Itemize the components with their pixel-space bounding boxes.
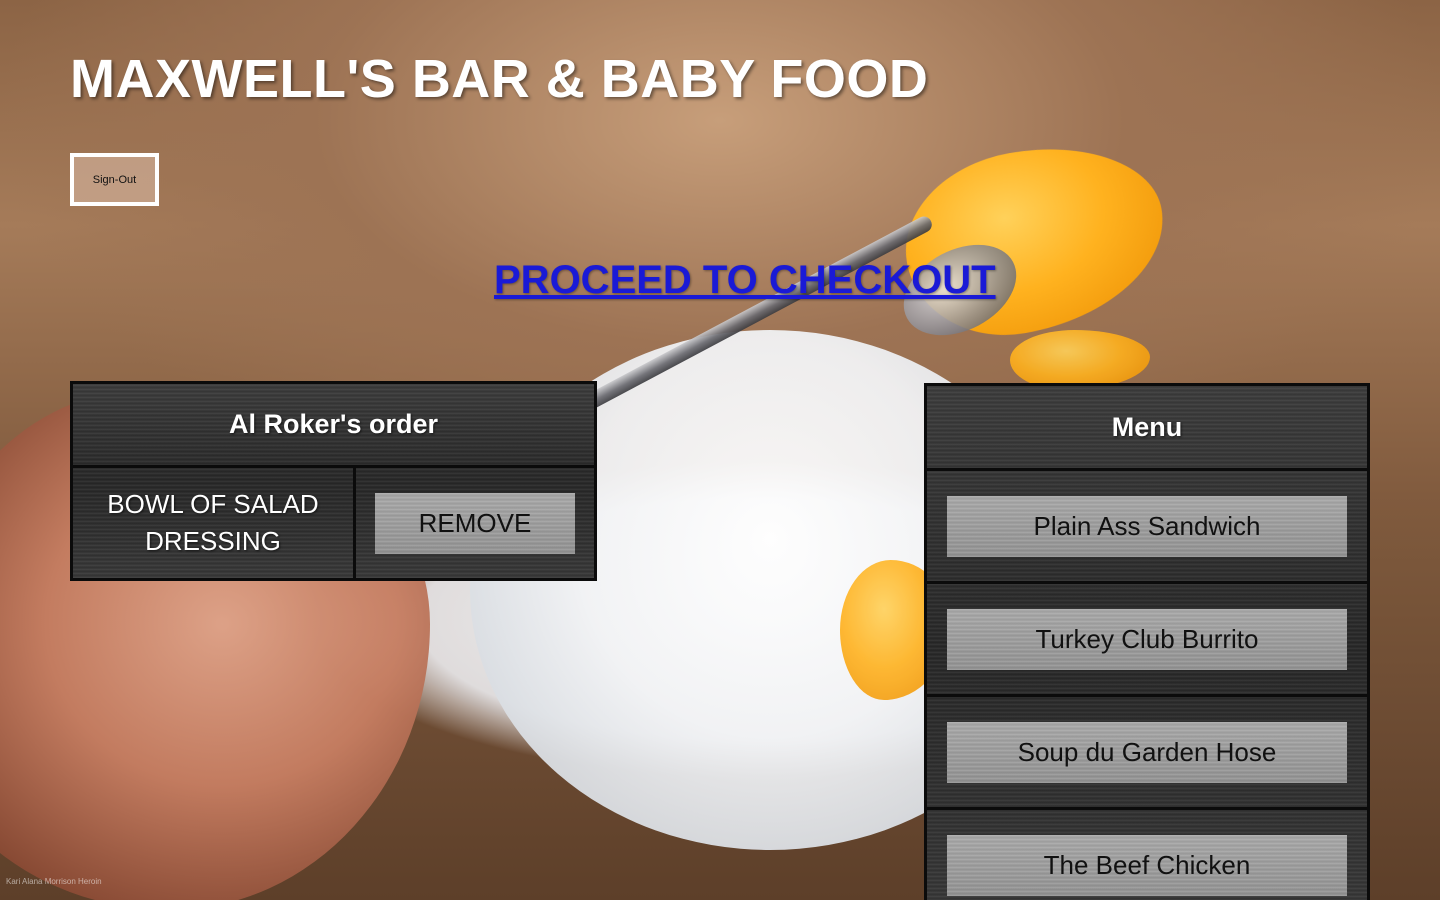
order-item-row: BOWL OF SALAD DRESSING REMOVE — [73, 468, 594, 578]
order-item-name: BOWL OF SALAD DRESSING — [73, 468, 356, 578]
proceed-to-checkout-link[interactable]: PROCEED TO CHECKOUT — [494, 258, 996, 303]
menu-title: Menu — [927, 386, 1367, 471]
order-item-action-cell: REMOVE — [356, 468, 594, 578]
menu-item-row: Turkey Club Burrito — [927, 584, 1367, 697]
menu-item-row: The Beef Chicken — [927, 810, 1367, 900]
remove-item-button[interactable]: REMOVE — [375, 492, 575, 554]
site-title: MAXWELL'S BAR & BABY FOOD — [70, 49, 929, 109]
menu-item-row: Soup du Garden Hose — [927, 697, 1367, 810]
order-panel: Al Roker's order BOWL OF SALAD DRESSING … — [70, 381, 597, 581]
sign-out-button[interactable]: Sign-Out — [70, 153, 159, 206]
menu-item-row: Plain Ass Sandwich — [927, 471, 1367, 584]
menu-item-turkey-club-burrito[interactable]: Turkey Club Burrito — [947, 608, 1347, 670]
page: Kari Alana Morrison Heroin MAXWELL'S BAR… — [0, 0, 1440, 900]
menu-item-soup-du-garden-hose[interactable]: Soup du Garden Hose — [947, 721, 1347, 783]
order-title: Al Roker's order — [73, 384, 594, 468]
photo-credit: Kari Alana Morrison Heroin — [6, 877, 102, 886]
menu-panel: Menu Plain Ass Sandwich Turkey Club Burr… — [924, 383, 1370, 900]
menu-item-plain-ass-sandwich[interactable]: Plain Ass Sandwich — [947, 495, 1347, 557]
menu-item-the-beef-chicken[interactable]: The Beef Chicken — [947, 834, 1347, 896]
